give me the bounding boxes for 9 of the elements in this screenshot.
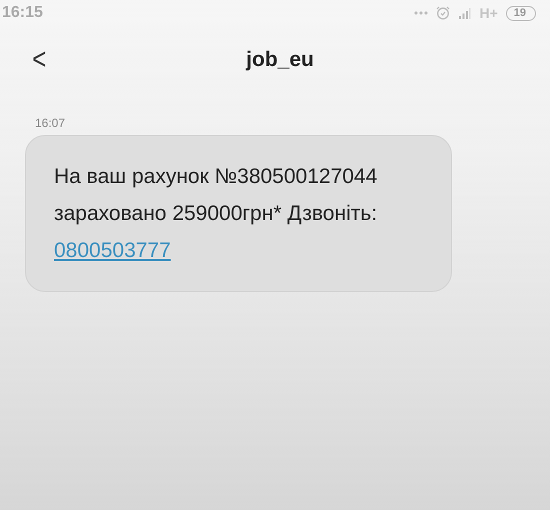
signal-icon <box>458 8 472 18</box>
back-button[interactable]: < <box>32 43 50 77</box>
more-dots-icon <box>414 11 428 15</box>
message-time: 16:07 <box>35 116 66 130</box>
battery-level: 19 <box>506 6 536 20</box>
message-text: На ваш рахунок №380500127044 зараховано 259000грн* Дзвоніть: 0800503777 <box>54 164 378 264</box>
status-time: 16:15 <box>2 4 43 22</box>
alarm-icon <box>436 6 450 20</box>
contact-title: job_eu <box>246 48 314 72</box>
